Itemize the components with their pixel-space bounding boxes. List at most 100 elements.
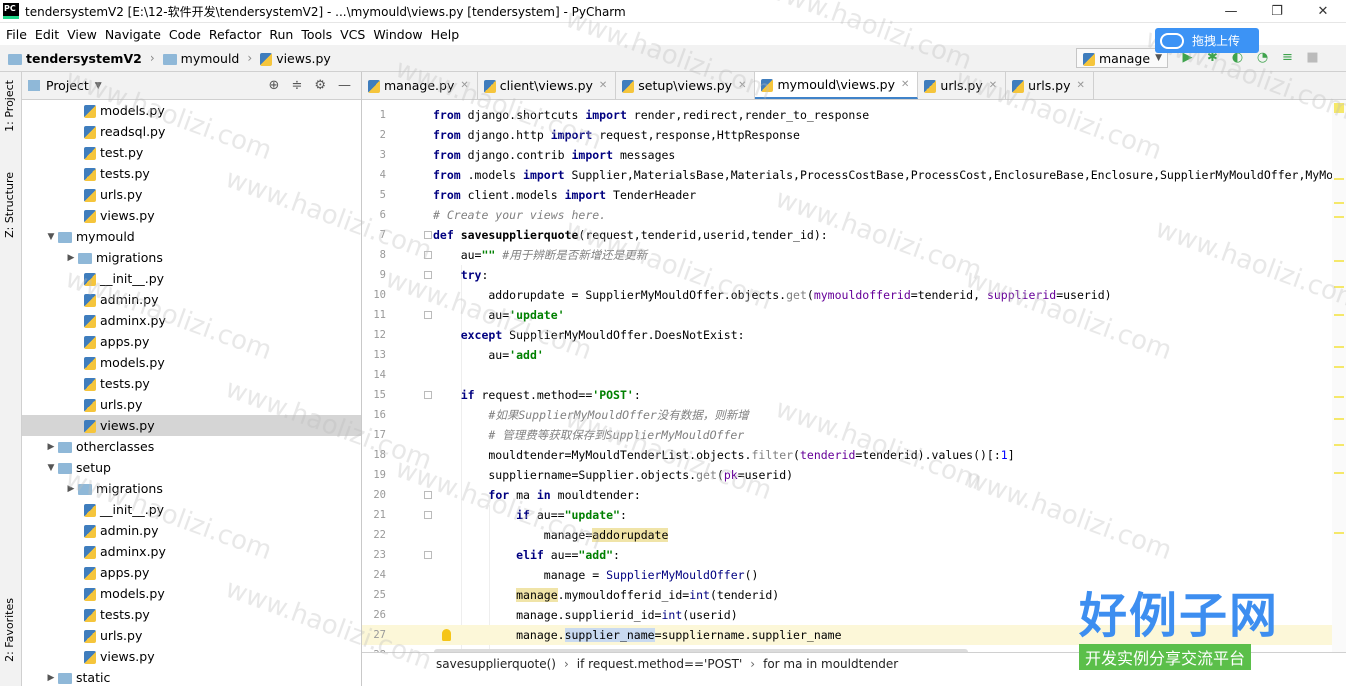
menu-vcs[interactable]: VCS bbox=[336, 27, 369, 42]
line-number[interactable]: 6 bbox=[362, 209, 386, 221]
error-stripe[interactable] bbox=[1332, 100, 1346, 652]
line-number[interactable]: 22 bbox=[362, 529, 386, 541]
code-text[interactable]: try: bbox=[433, 268, 489, 282]
code-line[interactable]: 7 def savesupplierquote(request,tenderid,… bbox=[362, 225, 1346, 245]
menu-help[interactable]: Help bbox=[427, 27, 464, 42]
close-tab-icon[interactable]: ✕ bbox=[901, 79, 909, 90]
editor-tab[interactable]: urls.py ✕ bbox=[1006, 72, 1094, 99]
fold-icon[interactable] bbox=[424, 271, 432, 279]
tree-file[interactable]: tests.py bbox=[22, 373, 361, 394]
tree-file[interactable]: urls.py bbox=[22, 625, 361, 646]
code-line[interactable]: 19 suppliername=Supplier.objects.get(pk=… bbox=[362, 465, 1346, 485]
code-line[interactable]: 11 au='update' bbox=[362, 305, 1346, 325]
code-text[interactable]: from django.shortcuts import render,redi… bbox=[433, 108, 869, 122]
code-text[interactable]: from django.http import request,response… bbox=[433, 128, 800, 142]
chevron-right-icon[interactable]: ▶ bbox=[44, 673, 58, 683]
code-line[interactable]: 14 bbox=[362, 365, 1346, 385]
tree-file[interactable]: tests.py bbox=[22, 163, 361, 184]
tree-file[interactable]: apps.py bbox=[22, 331, 361, 352]
code-text[interactable]: from .models import Supplier,MaterialsBa… bbox=[433, 168, 1333, 182]
tab-favorites[interactable]: 2: Favorites bbox=[3, 598, 16, 662]
code-text[interactable]: au='add' bbox=[433, 348, 543, 362]
code-line[interactable]: 20 for ma in mouldtender: bbox=[362, 485, 1346, 505]
tree-folder[interactable]: ▶ migrations bbox=[22, 478, 361, 499]
collapse-all-icon[interactable]: ≑ bbox=[291, 78, 302, 93]
menu-view[interactable]: View bbox=[63, 27, 101, 42]
upload-badge[interactable]: 拖拽上传 bbox=[1155, 28, 1259, 53]
code-line[interactable]: 3 from django.contrib import messages bbox=[362, 145, 1346, 165]
line-number[interactable]: 27 bbox=[362, 629, 386, 641]
code-crumb[interactable]: if request.method=='POST' bbox=[577, 657, 742, 671]
code-text[interactable]: elif au=="add": bbox=[433, 548, 620, 562]
menu-run[interactable]: Run bbox=[265, 27, 297, 42]
chevron-down-icon[interactable]: ▼ bbox=[44, 463, 58, 473]
close-tab-icon[interactable]: ✕ bbox=[599, 80, 607, 91]
line-number[interactable]: 17 bbox=[362, 429, 386, 441]
inspection-status-icon[interactable] bbox=[1334, 103, 1344, 113]
code-line[interactable]: 17 # 管理费等获取保存到SupplierMyMouldOffer bbox=[362, 425, 1346, 445]
fold-icon[interactable] bbox=[424, 311, 432, 319]
line-number[interactable]: 14 bbox=[362, 369, 386, 381]
line-number[interactable]: 9 bbox=[362, 269, 386, 281]
tree-file[interactable]: __init__.py bbox=[22, 499, 361, 520]
code-line[interactable]: 2 from django.http import request,respons… bbox=[362, 125, 1346, 145]
fold-icon[interactable] bbox=[424, 511, 432, 519]
code-line[interactable]: 16 #如果SupplierMyMouldOffer没有数据，则新增 bbox=[362, 405, 1346, 425]
code-text[interactable]: mouldtender=MyMouldTenderList.objects.fi… bbox=[433, 448, 1014, 462]
line-number[interactable]: 12 bbox=[362, 329, 386, 341]
tree-file[interactable]: views.py bbox=[22, 205, 361, 226]
code-line[interactable]: 21 if au=="update": bbox=[362, 505, 1346, 525]
tree-file[interactable]: urls.py bbox=[22, 394, 361, 415]
line-number[interactable]: 25 bbox=[362, 589, 386, 601]
editor-tab[interactable]: client\views.py ✕ bbox=[478, 72, 617, 99]
code-text[interactable]: au='update' bbox=[433, 308, 564, 322]
menu-navigate[interactable]: Navigate bbox=[101, 27, 165, 42]
line-number[interactable]: 8 bbox=[362, 249, 386, 261]
tree-file[interactable]: readsql.py bbox=[22, 121, 361, 142]
fold-icon[interactable] bbox=[424, 391, 432, 399]
tree-file[interactable]: admin.py bbox=[22, 520, 361, 541]
code-text[interactable]: if au=="update": bbox=[433, 508, 627, 522]
line-number[interactable]: 26 bbox=[362, 609, 386, 621]
code-crumb[interactable]: for ma in mouldtender bbox=[763, 657, 898, 671]
close-tab-icon[interactable]: ✕ bbox=[460, 80, 468, 91]
code-line[interactable]: 8 au="" #用于辨断是否新增还是更新 bbox=[362, 245, 1346, 265]
code-text[interactable]: addorupdate = SupplierMyMouldOffer.objec… bbox=[433, 288, 1111, 302]
chevron-down-icon[interactable]: ▼ bbox=[95, 81, 102, 91]
code-line[interactable]: 6 # Create your views here. bbox=[362, 205, 1346, 225]
chevron-right-icon[interactable]: ▶ bbox=[64, 253, 78, 263]
line-number[interactable]: 11 bbox=[362, 309, 386, 321]
code-text[interactable]: # 管理费等获取保存到SupplierMyMouldOffer bbox=[433, 427, 744, 443]
code-text[interactable]: except SupplierMyMouldOffer.DoesNotExist… bbox=[433, 328, 745, 342]
code-text[interactable]: def savesupplierquote(request,tenderid,u… bbox=[433, 228, 828, 242]
tree-file[interactable]: models.py bbox=[22, 352, 361, 373]
tree-folder[interactable]: ▼ setup bbox=[22, 457, 361, 478]
line-number[interactable]: 20 bbox=[362, 489, 386, 501]
line-number[interactable]: 24 bbox=[362, 569, 386, 581]
line-number[interactable]: 18 bbox=[362, 449, 386, 461]
fold-icon[interactable] bbox=[424, 491, 432, 499]
code-line[interactable]: 1 from django.shortcuts import render,red… bbox=[362, 105, 1346, 125]
tree-file[interactable]: apps.py bbox=[22, 562, 361, 583]
code-line[interactable]: 22 manage=addorupdate bbox=[362, 525, 1346, 545]
line-number[interactable]: 21 bbox=[362, 509, 386, 521]
close-tab-icon[interactable]: ✕ bbox=[738, 80, 746, 91]
stop-icon[interactable]: ■ bbox=[1303, 48, 1322, 67]
code-text[interactable]: au="" #用于辨断是否新增还是更新 bbox=[433, 247, 648, 263]
menu-code[interactable]: Code bbox=[165, 27, 205, 42]
code-area[interactable]: 1 from django.shortcuts import render,red… bbox=[362, 100, 1346, 652]
line-number[interactable]: 4 bbox=[362, 169, 386, 181]
close-tab-icon[interactable]: ✕ bbox=[1077, 80, 1085, 91]
lightbulb-icon[interactable] bbox=[442, 629, 451, 641]
code-line[interactable]: 10 addorupdate = SupplierMyMouldOffer.ob… bbox=[362, 285, 1346, 305]
tree-file[interactable]: adminx.py bbox=[22, 310, 361, 331]
tree-file[interactable]: models.py bbox=[22, 583, 361, 604]
code-line[interactable]: 5 from client.models import TenderHeader bbox=[362, 185, 1346, 205]
code-line[interactable]: 27 manage.supplier_name=suppliername.sup… bbox=[362, 625, 1346, 645]
code-text[interactable]: from django.contrib import messages bbox=[433, 148, 675, 162]
tree-file[interactable]: admin.py bbox=[22, 289, 361, 310]
project-panel-title[interactable]: Project bbox=[46, 78, 89, 93]
code-text[interactable]: manage = SupplierMyMouldOffer() bbox=[433, 568, 759, 582]
line-number[interactable]: 3 bbox=[362, 149, 386, 161]
tree-file[interactable]: adminx.py bbox=[22, 541, 361, 562]
